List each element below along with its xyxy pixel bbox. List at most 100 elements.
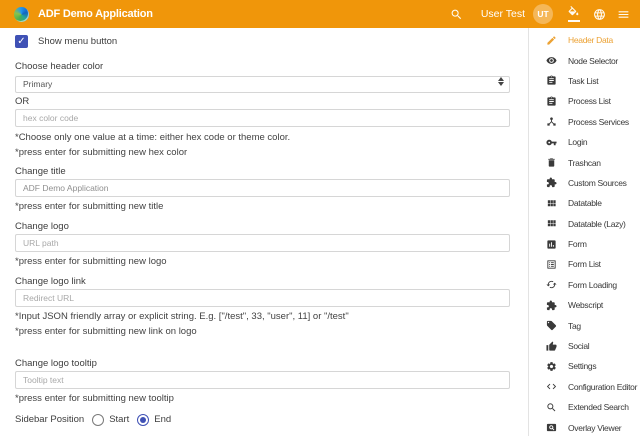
tag-icon xyxy=(546,320,557,331)
sidebar-item-datatable-lazy[interactable]: Datatable (Lazy) xyxy=(529,214,640,234)
show-menu-label: Show menu button xyxy=(38,36,117,47)
sidebar-item-settings[interactable]: Settings xyxy=(529,356,640,376)
change-logo-tooltip-input[interactable] xyxy=(15,371,510,389)
sidebar-item-label: Social xyxy=(568,341,589,351)
sidebar-item-label: Process Services xyxy=(568,117,629,127)
sidebar-item-label: Task List xyxy=(568,76,598,86)
change-logo-link-input[interactable] xyxy=(15,289,510,307)
cached-icon xyxy=(546,279,557,290)
change-title-input[interactable] xyxy=(15,179,510,197)
list-alt-icon xyxy=(546,259,557,270)
assignment-icon xyxy=(546,96,557,107)
sidebar-item-label: Settings xyxy=(568,361,596,371)
hint-submit-tooltip: *press enter for submitting new tooltip xyxy=(15,393,510,404)
sidebar-item-label: Extended Search xyxy=(568,402,629,412)
hint-submit-title: *press enter for submitting new title xyxy=(15,201,510,212)
key-icon xyxy=(546,137,557,148)
sidebar-item-tag[interactable]: Tag xyxy=(529,315,640,335)
sidebar-item-label: Trashcan xyxy=(568,158,601,168)
sidebar-item-label: Datatable (Lazy) xyxy=(568,219,626,229)
paint-bucket-glyph xyxy=(567,6,580,19)
sidebar-item-label: Custom Sources xyxy=(568,178,627,188)
or-label: OR xyxy=(15,96,510,107)
sidebar-item-label: Process List xyxy=(568,96,611,106)
change-logo-input[interactable] xyxy=(15,234,510,252)
sidebar-item-label: Overlay Viewer xyxy=(568,423,621,433)
sidebar-item-node-selector[interactable]: Node Selector xyxy=(529,50,640,70)
sidebar-item-form-loading[interactable]: Form Loading xyxy=(529,275,640,295)
sidebar-position-start-radio[interactable] xyxy=(92,414,104,426)
hint-submit-hex: *press enter for submitting new hex colo… xyxy=(15,147,510,158)
header-color-label: Choose header color xyxy=(15,61,510,72)
hint-json-format: *Input JSON friendly array or explicit s… xyxy=(15,311,510,322)
hint-one-value: *Choose only one value at a time: either… xyxy=(15,132,510,143)
change-logo-label: Change logo xyxy=(15,221,510,232)
change-title-label: Change title xyxy=(15,166,510,177)
sidebar-item-process-list[interactable]: Process List xyxy=(529,91,640,111)
sidebar-item-form[interactable]: Form xyxy=(529,234,640,254)
sidebar-item-label: Configuration Editor xyxy=(568,382,637,392)
sidebar-item-label: Tag xyxy=(568,321,581,331)
sidebar-item-label: Node Selector xyxy=(568,56,618,66)
sidebar-position-label: Sidebar Position xyxy=(15,414,84,425)
hint-submit-link: *press enter for submitting new link on … xyxy=(15,326,510,337)
grid-icon xyxy=(546,198,557,209)
device-hub-icon xyxy=(546,116,557,127)
change-logo-tooltip-label: Change logo tooltip xyxy=(15,358,510,369)
show-menu-checkbox[interactable]: ✓ xyxy=(15,35,28,48)
adf-demo-application-window: ADF Demo Application User Test UT ✓ Show… xyxy=(0,0,640,436)
header-color-select[interactable]: Primary xyxy=(15,76,510,93)
hamburger-menu-icon[interactable] xyxy=(617,8,630,21)
language-globe-icon[interactable] xyxy=(593,8,606,21)
pageview-icon xyxy=(546,422,557,433)
sidebar-item-webscript[interactable]: Webscript xyxy=(529,295,640,315)
puzzle-icon xyxy=(546,300,557,311)
app-title: ADF Demo Application xyxy=(38,8,153,20)
gear-icon xyxy=(546,361,557,372)
sidebar-item-extended-search[interactable]: Extended Search xyxy=(529,397,640,417)
sidebar-item-label: Header Data xyxy=(568,35,613,45)
sidebar-item-label: Login xyxy=(568,137,587,147)
color-fill-icon[interactable] xyxy=(567,6,580,22)
color-underline xyxy=(568,20,580,22)
search-icon xyxy=(546,402,557,413)
hex-color-input[interactable] xyxy=(15,109,510,127)
sidebar-item-label: Form List xyxy=(568,259,601,269)
sidebar-item-login[interactable]: Login xyxy=(529,132,640,152)
sidebar-position-end-label: End xyxy=(154,414,171,425)
right-navigation-menu: Header Data Node Selector Task List Process… xyxy=(528,28,640,436)
sidebar-item-datatable[interactable]: Datatable xyxy=(529,193,640,213)
sidebar-position-row: Sidebar Position Start End xyxy=(15,414,510,426)
code-icon xyxy=(546,381,557,392)
poll-icon xyxy=(546,239,557,250)
change-logo-link-label: Change logo link xyxy=(15,276,510,287)
user-avatar[interactable]: UT xyxy=(533,4,553,24)
sidebar-item-header-data[interactable]: Header Data xyxy=(529,30,640,50)
edit-icon xyxy=(546,35,557,46)
sidebar-item-custom-sources[interactable]: Custom Sources xyxy=(529,173,640,193)
sidebar-item-task-list[interactable]: Task List xyxy=(529,71,640,91)
sidebar-item-social[interactable]: Social xyxy=(529,336,640,356)
sidebar-item-form-list[interactable]: Form List xyxy=(529,254,640,274)
app-logo-icon[interactable] xyxy=(14,7,29,22)
app-header: ADF Demo Application User Test UT xyxy=(0,0,640,28)
sidebar-item-process-services[interactable]: Process Services xyxy=(529,112,640,132)
puzzle-icon xyxy=(546,177,557,188)
sidebar-item-overlay-viewer[interactable]: Overlay Viewer xyxy=(529,417,640,436)
sidebar-item-label: Datatable xyxy=(568,198,602,208)
sidebar-position-end-radio[interactable] xyxy=(137,414,149,426)
sidebar-position-start-label: Start xyxy=(109,414,129,425)
assignment-icon xyxy=(546,75,557,86)
hint-submit-logo: *press enter for submitting new logo xyxy=(15,256,510,267)
grid-icon xyxy=(546,218,557,229)
sidebar-item-label: Webscript xyxy=(568,300,603,310)
sidebar-item-configuration-editor[interactable]: Configuration Editor xyxy=(529,377,640,397)
user-name: User Test xyxy=(481,8,525,20)
sidebar-item-label: Form xyxy=(568,239,587,249)
eye-icon xyxy=(546,55,557,66)
thumb-up-icon xyxy=(546,341,557,352)
sidebar-item-label: Form Loading xyxy=(568,280,617,290)
search-icon[interactable] xyxy=(450,8,463,21)
trash-icon xyxy=(546,157,557,168)
sidebar-item-trashcan[interactable]: Trashcan xyxy=(529,152,640,172)
